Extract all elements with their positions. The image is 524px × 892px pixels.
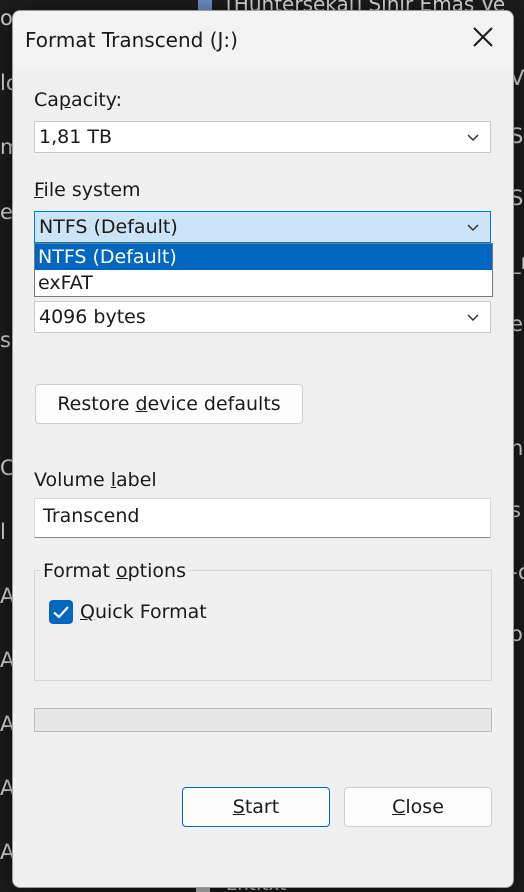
capacity-label: Capacity: [34,89,123,111]
volume-label-value: Transcend [43,505,140,527]
dialog-title: Format Transcend (J:) [25,28,238,52]
volume-label-label: Volume label [34,469,157,491]
dropdown-option-ntfs[interactable]: NTFS (Default) [35,244,492,270]
fragment: s [0,328,11,352]
file-system-value: NTFS (Default) [39,216,178,238]
fragment: l [0,520,6,544]
allocation-unit-value: 4096 bytes [39,306,146,328]
format-dialog: Format Transcend (J:) Capacity: 1,81 TB … [12,10,514,888]
file-system-select[interactable]: NTFS (Default) [34,211,491,243]
title-bar: Format Transcend (J:) [13,11,513,69]
format-progress-bar [34,708,492,732]
close-button[interactable]: Close [344,787,492,827]
quick-format-checkbox[interactable] [49,600,73,624]
capacity-select[interactable]: 1,81 TB [34,121,491,153]
quick-format-label[interactable]: Quick Format [80,601,207,623]
start-button[interactable]: Start [182,787,330,827]
chevron-down-icon [467,134,479,142]
dropdown-option-exfat[interactable]: exFAT [35,270,492,296]
allocation-unit-select[interactable]: 4096 bytes [34,301,491,333]
fragment: o [0,6,13,30]
file-system-label: File system [34,179,141,201]
chevron-down-icon [467,224,479,232]
restore-device-defaults-button[interactable]: Restore device defaults [35,384,303,424]
close-icon[interactable] [471,25,495,49]
format-options-group [34,570,492,681]
capacity-value: 1,81 TB [39,126,112,148]
fragment: e [0,200,13,224]
format-options-legend: Format options [41,560,188,582]
file-system-dropdown-list: NTFS (Default) exFAT [34,243,493,297]
checkmark-icon [53,606,69,619]
chevron-down-icon [467,314,479,322]
volume-label-input[interactable]: Transcend [34,498,491,538]
